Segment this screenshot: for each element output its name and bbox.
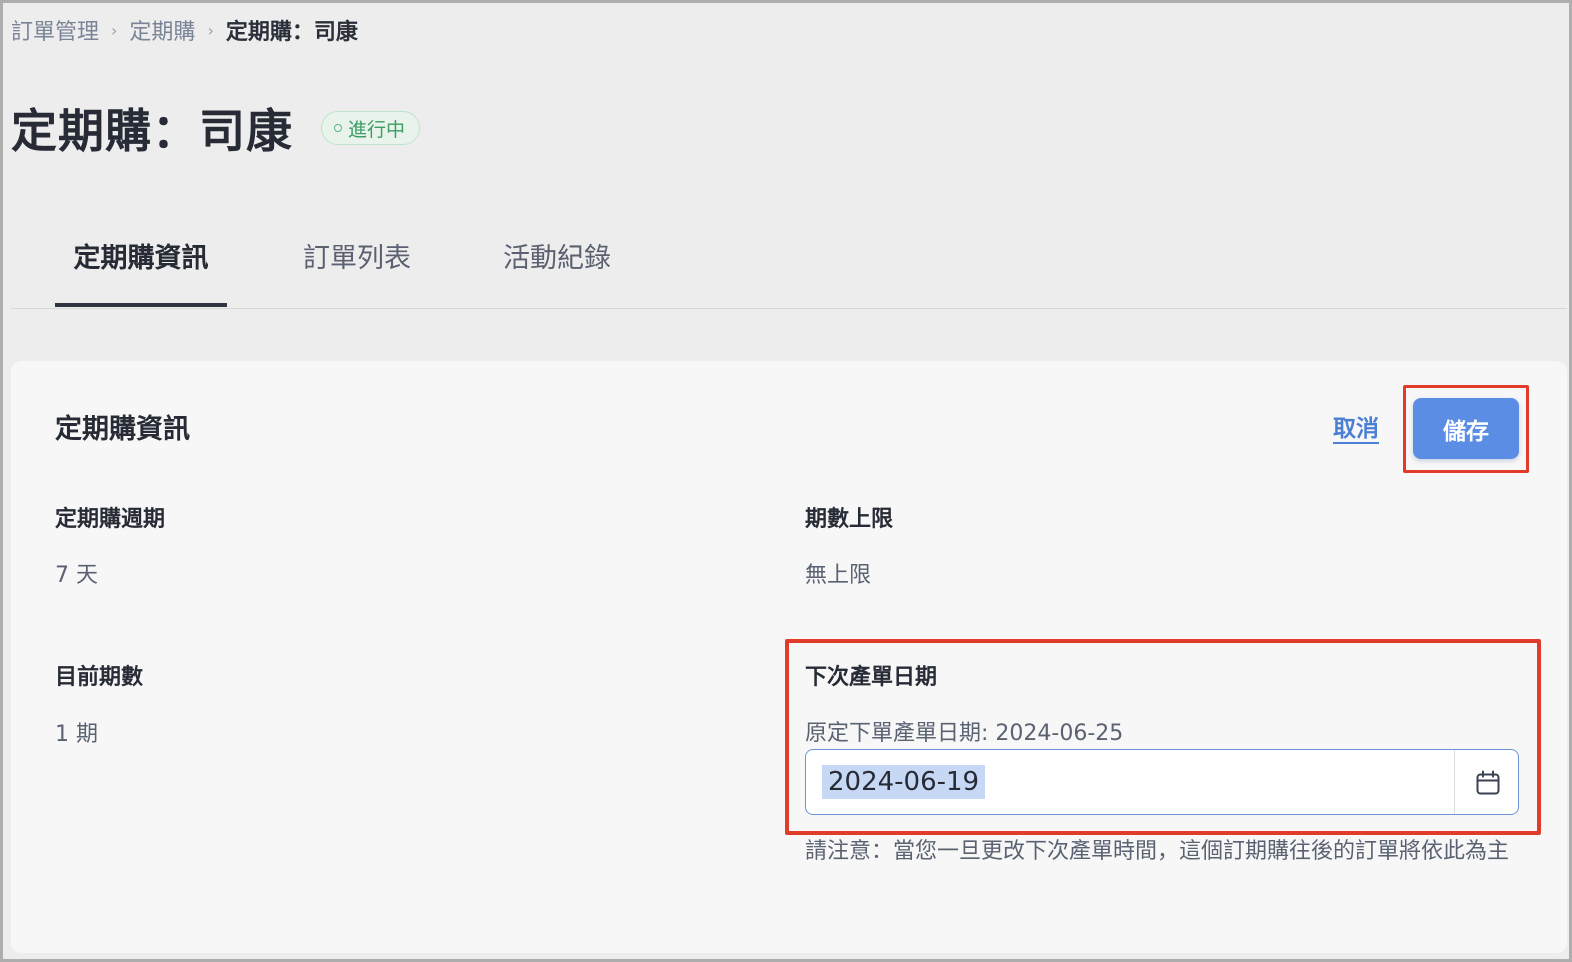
date-change-note: 請注意：當您一旦更改下次產單時間，這個訂期購往後的訂單將依此為主 [805, 839, 1510, 864]
save-button[interactable]: 儲存 [1413, 398, 1519, 459]
current-period-label: 目前期數 [55, 665, 144, 690]
tab-subscription-info[interactable]: 定期購資訊 [55, 225, 227, 307]
chevron-right-icon: › [111, 20, 118, 40]
tab-bar: 定期購資訊 訂單列表 活動紀錄 [11, 225, 1567, 309]
status-badge: 進行中 [321, 111, 421, 145]
current-period-value: 1 期 [55, 722, 98, 747]
card-title: 定期購資訊 [55, 414, 190, 445]
app-window: 訂單管理 › 定期購 › 定期購：司康 定期購：司康 進行中 定期購資訊 訂單列… [0, 0, 1572, 962]
breadcrumb: 訂單管理 › 定期購 › 定期購：司康 [11, 15, 358, 45]
status-label: 進行中 [348, 118, 406, 141]
page-header: 定期購：司康 進行中 [11, 95, 421, 161]
cycle-value: 7 天 [55, 563, 98, 588]
next-date-input[interactable]: 2024-06-19 [822, 765, 986, 799]
tab-activity-log[interactable]: 活動紀錄 [483, 225, 631, 307]
cycle-label: 定期購週期 [55, 507, 166, 532]
original-date-text: 原定下單產單日期: 2024-06-25 [805, 721, 1124, 746]
status-dot-icon [334, 124, 342, 132]
tab-order-list[interactable]: 訂單列表 [283, 225, 431, 307]
divider [1454, 750, 1455, 814]
breadcrumb-current: 定期購：司康 [225, 20, 358, 45]
next-date-label: 下次產單日期 [805, 665, 938, 690]
cancel-button[interactable]: 取消 [1333, 409, 1379, 443]
limit-value: 無上限 [805, 563, 872, 588]
subscription-info-card: 定期購資訊 取消 儲存 定期購週期 7 天 期數上限 無上限 目前期數 1 期 … [11, 361, 1567, 953]
breadcrumb-subscription[interactable]: 定期購 [129, 14, 195, 46]
calendar-icon[interactable] [1474, 769, 1502, 797]
page-title: 定期購：司康 [11, 104, 293, 158]
limit-label: 期數上限 [805, 507, 894, 532]
next-date-picker[interactable]: 2024-06-19 [805, 749, 1519, 815]
chevron-right-icon: › [207, 20, 214, 40]
breadcrumb-order-management[interactable]: 訂單管理 [11, 14, 99, 46]
